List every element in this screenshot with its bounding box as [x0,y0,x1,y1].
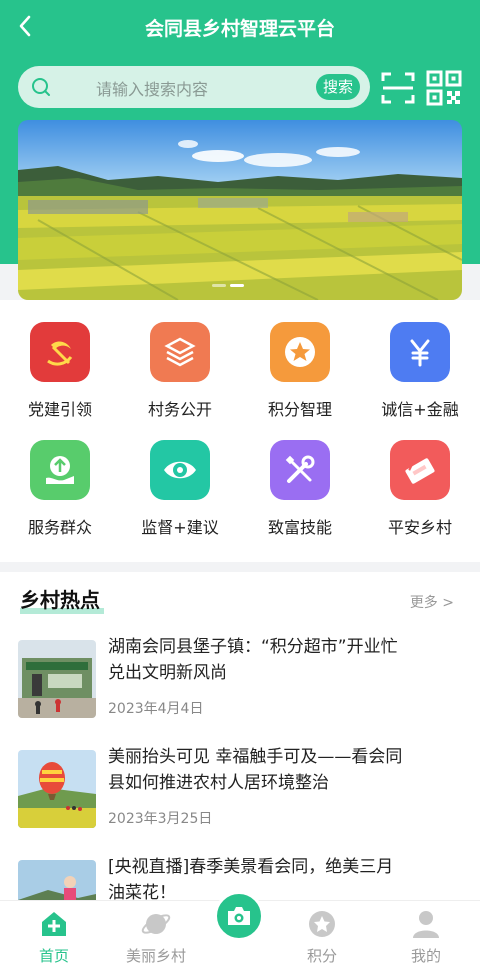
service-label: 致富技能 [267,518,332,537]
news-thumbnail [18,640,96,718]
police-tag-icon [390,440,450,500]
tab-label: 积分 [306,947,337,965]
news-item[interactable]: 湖南会同县堡子镇：“积分超市”开业忙 兑出文明新风尚 2023年4月4日 [18,634,462,744]
service-credit-finance[interactable]: 诚信+金融 [360,322,480,420]
service-supervision[interactable]: 监督+建议 [120,440,240,538]
news-headline: [央视直播]春季美景看会同，绝美三月油菜花！ [108,857,394,902]
yen-icon [390,322,450,382]
service-label: 村务公开 [147,400,212,419]
news-section: 乡村热点 更多 > 湖南会同县堡子镇：“积分超市”开业忙 兑出文明新风尚 202… [0,572,480,902]
news-date: 2023年4月4日 [108,701,204,717]
news-headline: 湖南会同县堡子镇：“积分超市”开业忙 兑出文明新风尚 [108,637,398,683]
service-label: 积分智理 [267,400,332,419]
tab-beautiful-village[interactable]: 美丽乡村 [108,909,204,966]
tab-mine[interactable]: 我的 [378,909,474,966]
service-label: 监督+建议 [141,518,219,537]
news-thumbnail [18,860,96,902]
service-points[interactable]: 积分智理 [240,322,360,420]
qr-code-icon[interactable] [426,70,462,106]
carousel-dot-active [230,284,244,287]
news-headline: 美丽抬头可见 幸福触手可及——看会同县如何推进农村人居环境整治 [108,747,403,793]
search-button[interactable]: 搜索 [315,74,360,100]
page-title: 会同县乡村智理云平台 [144,18,335,40]
bottom-tab-bar: 首页 美丽乡村 积分 我的 [0,891,480,974]
service-label: 平安乡村 [387,518,452,537]
service-public-service[interactable]: 服务群众 [0,440,120,538]
service-village-affairs[interactable]: 村务公开 [120,322,240,420]
layers-icon [150,322,210,382]
star-badge-icon [270,322,330,382]
tab-label: 美丽乡村 [125,947,186,965]
banner-carousel[interactable] [18,120,462,300]
search-input[interactable]: 请输入搜索内容 [96,76,208,100]
tab-label: 首页 [38,947,69,965]
tools-icon [270,440,330,500]
news-item[interactable]: 美丽抬头可见 幸福触手可及——看会同县如何推进农村人居环境整治 2023年3月2… [18,744,462,854]
service-label: 服务群众 [27,518,92,537]
top-bar: 会同县乡村智理云平台 [0,0,480,56]
carousel-indicator [212,284,244,287]
upload-hand-icon [30,440,90,500]
services-grid: 党建引领 村务公开 积分智理 诚信+金融 服务群众 监督+建议 致富技能 平安乡… [0,322,480,538]
news-thumbnail [18,750,96,828]
tab-points[interactable]: 积分 [274,909,370,966]
service-skills[interactable]: 致富技能 [240,440,360,538]
service-safety[interactable]: 平安乡村 [360,440,480,538]
news-date: 2023年3月25日 [108,811,213,827]
news-section-title: 乡村热点 [20,588,100,612]
tab-label: 我的 [410,947,441,965]
search-icon [32,78,50,96]
scan-icon[interactable] [380,70,416,106]
search-bar[interactable]: 请输入搜索内容 搜索 [18,66,370,108]
star-coin-icon [309,911,335,937]
banner-landscape-image [18,120,462,300]
service-party-building[interactable]: 党建引领 [0,322,120,420]
tab-home[interactable]: 首页 [6,909,102,966]
more-link[interactable]: 更多 > [410,592,454,612]
carousel-dot [212,284,226,287]
planet-icon [141,914,171,934]
camera-button[interactable] [214,891,264,941]
home-plus-icon [42,912,66,936]
service-label: 诚信+金融 [381,400,459,419]
service-label: 党建引领 [27,400,92,419]
user-icon [413,911,439,938]
hammer-sickle-icon [30,322,90,382]
camera-icon [228,907,250,925]
eye-icon [150,440,210,500]
